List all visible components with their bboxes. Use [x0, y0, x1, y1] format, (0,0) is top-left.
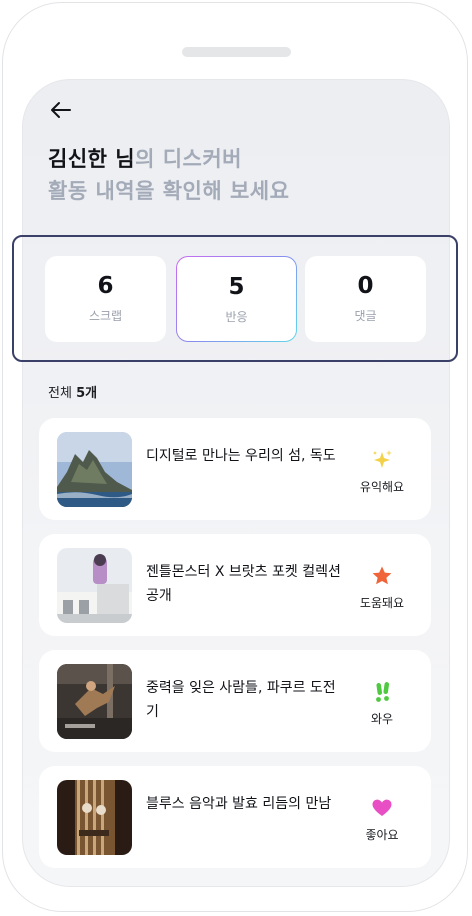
- item-title: 중력을 잊은 사람들, 파쿠르 도전기: [146, 680, 336, 720]
- thumbnail-image: [57, 548, 132, 623]
- stat-scrap-tab[interactable]: 6 스크랩: [45, 256, 166, 342]
- stat-label: 반응: [225, 310, 248, 324]
- thumbnail-image: [57, 432, 132, 507]
- stat-value: 0: [357, 273, 374, 299]
- stat-value: 5: [228, 274, 245, 300]
- page-subtitle: 활동 내역을 확인해 보세요: [48, 179, 290, 203]
- total-number: 5개: [76, 386, 98, 401]
- stat-label: 댓글: [354, 309, 377, 323]
- stat-comment-tab[interactable]: 0 댓글: [305, 256, 426, 342]
- total-prefix: 전체: [48, 386, 77, 401]
- thumbnail-image: [57, 664, 132, 739]
- user-name: 김신한 님: [48, 147, 136, 171]
- exclamation-icon: [370, 680, 394, 704]
- stat-value: 6: [97, 273, 114, 299]
- reaction-label: 도움돼요: [359, 596, 405, 610]
- total-count: 전체 5개: [48, 382, 97, 401]
- thumbnail-image: [57, 780, 132, 855]
- reaction-label: 유익해요: [359, 480, 405, 494]
- reaction-label: 좋아요: [365, 828, 399, 842]
- list-item[interactable]: 디지털로 만나는 우리의 섬, 독도 유익해요: [39, 418, 431, 520]
- title-rest: 의 디스커버: [135, 147, 243, 171]
- reaction-label: 와우: [370, 712, 394, 726]
- star-icon: [370, 564, 394, 588]
- page-title: 김신한 님의 디스커버 활동 내역을 확인해 보세요: [48, 143, 289, 207]
- list-item[interactable]: 젠틀몬스터 X 브랏츠 포켓 컬렉션 공개 도움돼요: [39, 534, 431, 636]
- stat-label: 스크랩: [88, 309, 123, 323]
- item-title: 블루스 음악과 발효 리듬의 만남: [146, 796, 332, 812]
- back-arrow-icon[interactable]: [49, 99, 73, 121]
- list-item[interactable]: 블루스 음악과 발효 리듬의 만남 좋아요: [39, 766, 431, 868]
- sparkles-icon: [370, 448, 394, 472]
- heart-icon: [370, 796, 394, 820]
- list-item[interactable]: 중력을 잊은 사람들, 파쿠르 도전기 와우: [39, 650, 431, 752]
- item-title: 디지털로 만나는 우리의 섬, 독도: [146, 448, 336, 464]
- speaker-slot: [182, 47, 291, 57]
- stat-reaction-tab[interactable]: 5 반응: [176, 256, 297, 342]
- item-title: 젠틀몬스터 X 브랏츠 포켓 컬렉션 공개: [146, 564, 341, 604]
